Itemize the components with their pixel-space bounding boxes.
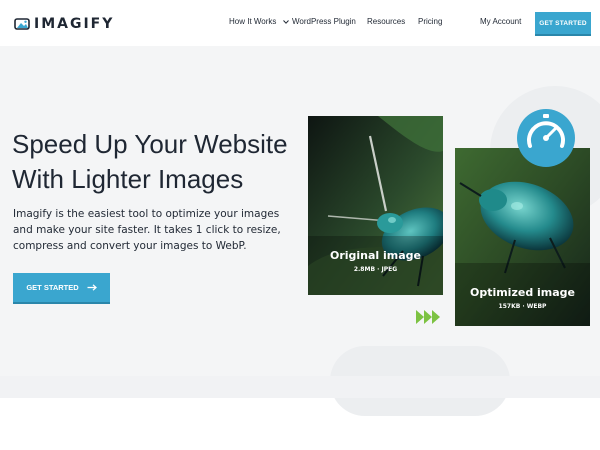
arrow-right-icon [87, 284, 97, 291]
hero-title: Speed Up Your Website With Lighter Image… [12, 127, 312, 197]
hero-get-started-button[interactable]: GET STARTED [13, 273, 110, 302]
section-band [0, 376, 600, 398]
hero-title-line: With Lighter Images [12, 164, 244, 194]
hero-title-line: Speed Up Your Website [12, 129, 288, 159]
nav-item-label: Resources [367, 17, 406, 26]
logo[interactable]: IMAGIFY [14, 14, 114, 34]
chevron-down-icon [282, 20, 289, 24]
nav-item-label: Pricing [418, 17, 443, 26]
nav-item-resources[interactable]: Resources [367, 17, 405, 26]
hero-description: Imagify is the easiest tool to optimize … [13, 208, 281, 252]
nav-item-label: WordPress Plugin [292, 17, 356, 26]
beetle-photo [455, 148, 590, 326]
nav-get-started-button[interactable]: GET STARTED [535, 12, 591, 34]
optimized-image-meta: 157KB · WEBP [498, 303, 547, 310]
original-image-title: Original image [329, 249, 422, 262]
original-image-card: Original image 2.8MB · JPEG [308, 116, 443, 295]
optimized-image-card: Optimized image 157KB · WEBP [455, 148, 590, 326]
nav-item-wordpress-plugin[interactable]: WordPress Plugin [292, 17, 356, 26]
top-navigation: IMAGIFY How It Works WordPress Plugin Re… [0, 0, 600, 46]
nav-item-label: How It Works [229, 17, 277, 26]
logo-text: IMAGIFY [34, 16, 115, 32]
speed-gauge-icon [517, 109, 575, 167]
triple-chevron-right-icon [416, 310, 440, 324]
my-account-link[interactable]: My Account [480, 17, 521, 26]
nav-item-pricing[interactable]: Pricing [418, 17, 442, 26]
imagify-logo-icon [14, 18, 30, 30]
my-account-label: My Account [480, 17, 522, 26]
hero-cta-label: GET STARTED [26, 283, 79, 292]
original-image-meta: 2.8MB · JPEG [353, 266, 398, 273]
nav-item-how-it-works[interactable]: How It Works [229, 17, 289, 26]
optimized-image-title: Optimized image [469, 286, 576, 299]
